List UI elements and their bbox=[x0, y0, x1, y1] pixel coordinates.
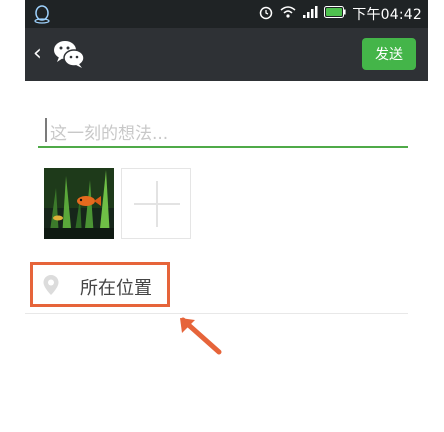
location-button[interactable]: 所在位置 bbox=[30, 262, 170, 307]
text-caret bbox=[45, 118, 47, 142]
fish-aquarium-photo[interactable] bbox=[44, 168, 114, 239]
input-placeholder: 这一刻的想法... bbox=[50, 124, 169, 144]
back-chevron-icon[interactable]: ‹ bbox=[33, 42, 53, 66]
send-button[interactable]: 发送 bbox=[362, 38, 416, 70]
alarm-icon bbox=[258, 4, 274, 24]
post-text-input[interactable]: 这一刻的想法... bbox=[38, 116, 408, 148]
qq-icon bbox=[33, 4, 51, 24]
location-label: 所在位置 bbox=[80, 278, 152, 299]
status-bar: 下午04:42 bbox=[25, 0, 428, 28]
battery-icon bbox=[324, 6, 346, 22]
arrow-pointer-icon bbox=[175, 314, 225, 356]
title-bar: ‹ 发送 bbox=[25, 28, 428, 81]
phone-screen: 下午04:42 ‹ 发送 这一刻的想法... 所在位置 bbox=[25, 0, 428, 432]
wifi-icon bbox=[280, 5, 296, 23]
location-pin-icon bbox=[42, 274, 60, 296]
signal-icon bbox=[302, 5, 318, 23]
status-time: 下午04:42 bbox=[352, 7, 422, 23]
wechat-logo-icon bbox=[51, 37, 87, 71]
add-photo-button[interactable] bbox=[121, 168, 191, 239]
